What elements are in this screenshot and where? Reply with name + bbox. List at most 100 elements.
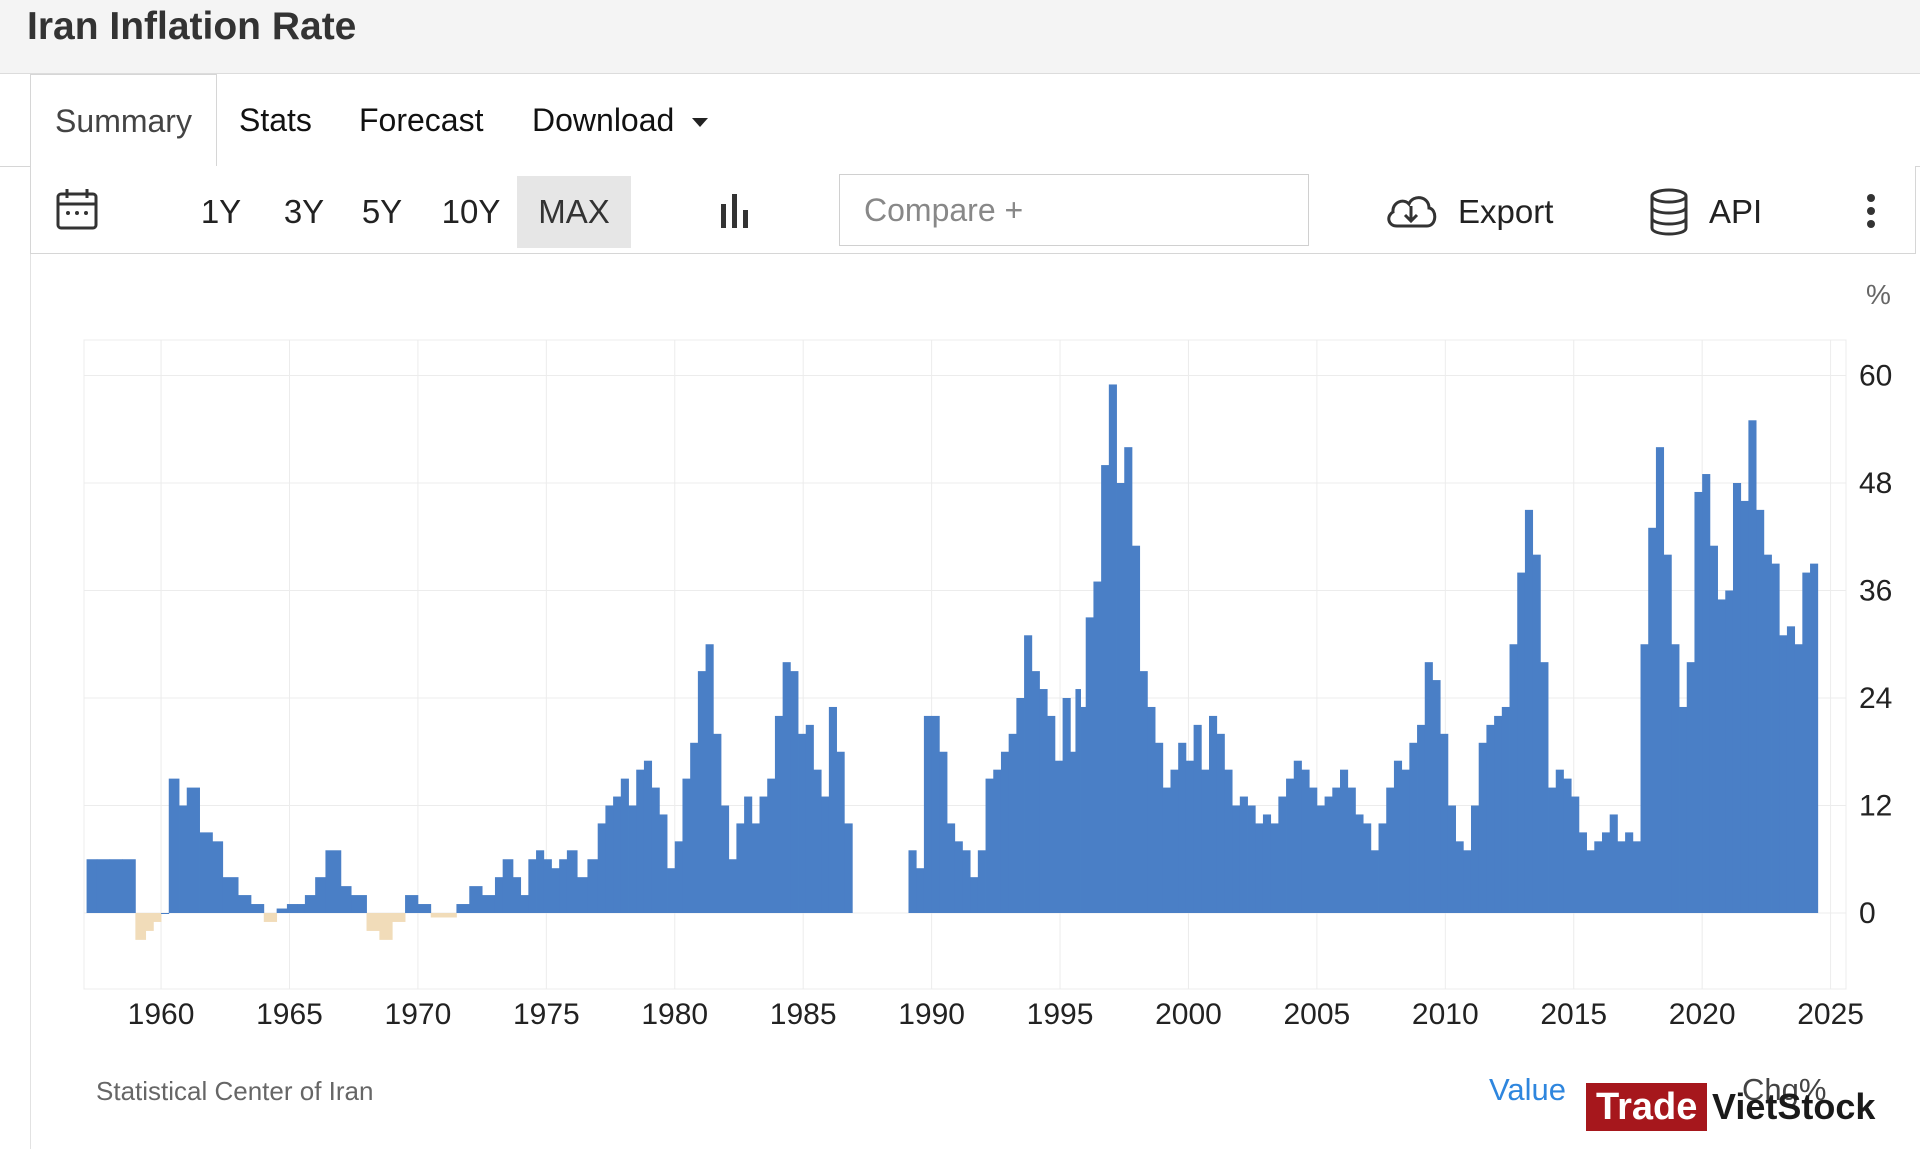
bar	[1193, 724, 1202, 913]
bar	[1625, 832, 1634, 913]
api-button[interactable]: API	[1649, 176, 1779, 248]
bar	[1571, 796, 1580, 913]
x-tick-label: 2025	[1797, 998, 1864, 1031]
bar	[1779, 635, 1788, 913]
bar	[1209, 715, 1218, 913]
bar	[366, 913, 380, 931]
bar	[587, 859, 599, 913]
bar	[263, 913, 278, 922]
bar	[1340, 769, 1349, 913]
chart-bars	[86, 384, 1819, 940]
bar	[494, 877, 504, 913]
bar	[1717, 599, 1726, 913]
watermark-vietstock: VietStock	[1712, 1086, 1876, 1127]
bar	[1478, 742, 1487, 913]
bar	[923, 715, 933, 913]
bar	[1601, 832, 1611, 913]
bar	[1162, 787, 1171, 913]
bar	[1440, 733, 1449, 913]
x-tick-label: 1965	[256, 998, 323, 1031]
bar	[276, 908, 288, 913]
tab-download[interactable]: Download	[532, 74, 709, 166]
source-label: Statistical Center of Iran	[96, 1076, 374, 1106]
bar	[1740, 500, 1749, 913]
tab-summary[interactable]: Summary	[30, 74, 217, 167]
more-vert-icon[interactable]	[1865, 192, 1877, 230]
bar	[1085, 617, 1094, 913]
bar	[1016, 698, 1025, 913]
bar	[456, 904, 470, 913]
bar	[222, 877, 239, 913]
range-5y-button[interactable]: 5Y	[347, 176, 417, 248]
bar	[1517, 572, 1526, 913]
value-link[interactable]: Value	[1489, 1072, 1566, 1108]
bar	[1155, 742, 1164, 913]
bar	[798, 733, 807, 913]
bar-chart-icon[interactable]	[715, 190, 755, 230]
bar	[1386, 787, 1395, 913]
x-tick-label: 2020	[1669, 998, 1736, 1031]
y-tick-label: 24	[1859, 682, 1892, 715]
bar	[1393, 760, 1403, 913]
bar	[1671, 644, 1680, 913]
bar	[417, 904, 432, 913]
bar	[916, 868, 925, 913]
y-axis-labels: 0 12 24 36 48 60	[1859, 360, 1892, 931]
bar	[705, 644, 714, 913]
bar	[1255, 823, 1264, 913]
bar	[577, 877, 588, 913]
bar	[168, 778, 180, 913]
compare-input[interactable]	[839, 174, 1309, 246]
bar	[790, 671, 799, 913]
tab-stats[interactable]: Stats	[239, 74, 312, 166]
bar	[821, 796, 830, 913]
bar	[751, 823, 760, 913]
bar	[1301, 769, 1310, 913]
bar	[543, 859, 552, 913]
bar	[1732, 483, 1742, 913]
bar	[1216, 733, 1225, 913]
calendar-icon[interactable]	[55, 186, 99, 232]
bar	[954, 841, 963, 913]
bar	[286, 904, 298, 913]
bar	[1355, 814, 1364, 913]
bar	[1501, 706, 1510, 913]
bar	[1648, 527, 1657, 913]
bar	[690, 742, 699, 913]
bar	[1093, 581, 1102, 913]
bar	[443, 913, 457, 918]
bar	[1047, 715, 1056, 913]
bar	[613, 796, 622, 913]
x-axis-labels: 1960 1965 1970 1975 1980 1985 1990 1995 2000 2005…	[128, 998, 1864, 1031]
bar	[1031, 671, 1040, 913]
bar	[520, 895, 529, 913]
bar	[122, 859, 136, 913]
bar	[1293, 760, 1302, 913]
bar	[628, 805, 637, 913]
bar	[1347, 787, 1356, 913]
tab-forecast[interactable]: Forecast	[359, 74, 483, 166]
range-1y-button[interactable]: 1Y	[191, 176, 251, 248]
bar	[551, 868, 560, 913]
range-10y-button[interactable]: 10Y	[429, 176, 513, 248]
bar	[1470, 805, 1480, 913]
bar	[315, 877, 326, 913]
bar	[713, 733, 722, 913]
bar	[340, 886, 352, 913]
bar	[566, 850, 578, 913]
bar	[651, 787, 660, 913]
bar	[1725, 590, 1734, 913]
bar	[153, 913, 162, 922]
range-3y-button[interactable]: 3Y	[269, 176, 339, 248]
bar	[1070, 751, 1076, 913]
bar	[392, 913, 406, 922]
range-max-button[interactable]: MAX	[517, 176, 631, 248]
bar	[620, 778, 629, 913]
export-button[interactable]: Export	[1383, 176, 1573, 248]
bar	[908, 850, 917, 913]
bar	[947, 823, 956, 913]
bar	[109, 859, 123, 913]
bar	[836, 751, 845, 913]
bar	[977, 850, 986, 913]
bar	[597, 823, 606, 913]
